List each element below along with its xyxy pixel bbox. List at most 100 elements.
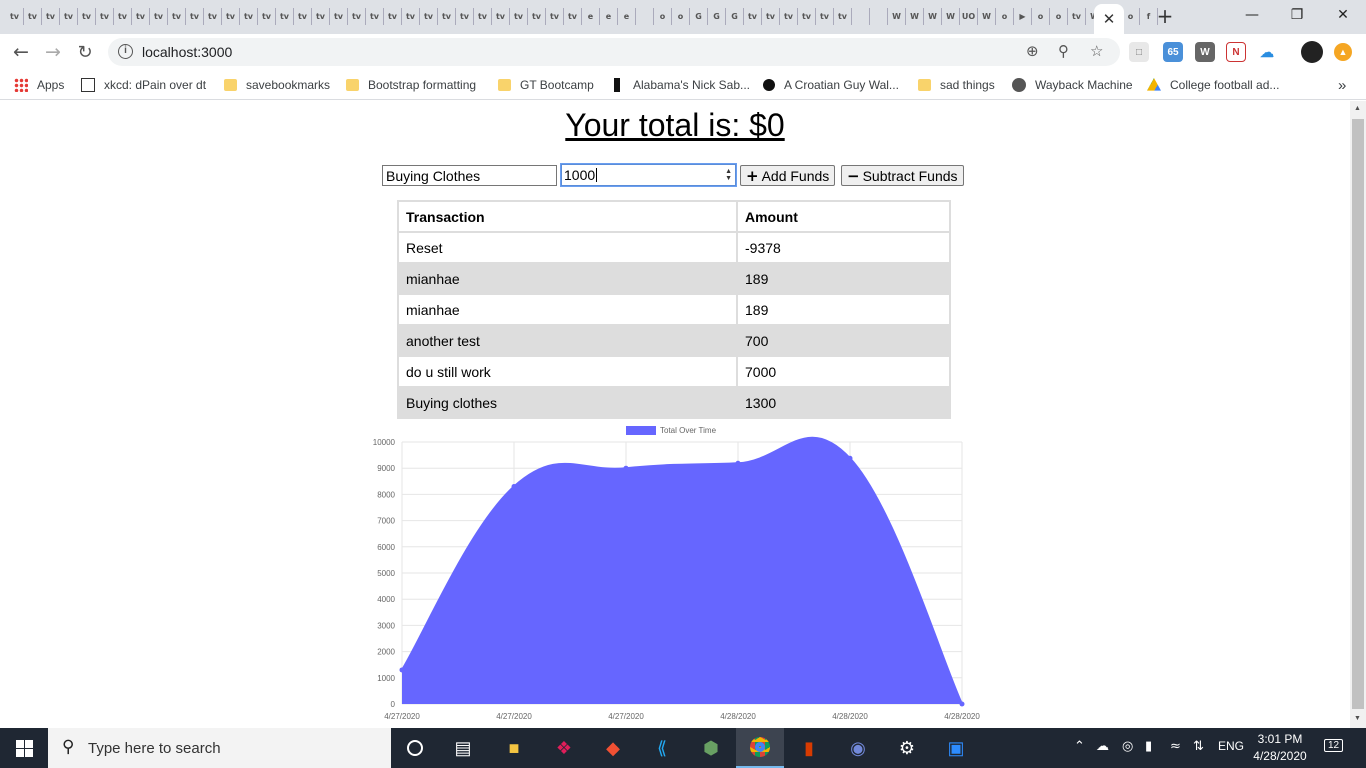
tab-favicon[interactable]: tv [294,8,312,25]
spinner-arrows-icon[interactable]: ▲ ▼ [725,168,732,182]
minimize-button[interactable]: — [1229,0,1275,30]
scroll-down-icon[interactable]: ▼ [1354,715,1361,722]
tab-favicon[interactable] [852,8,870,25]
tab-favicon[interactable]: W [888,8,906,25]
tab-favicon[interactable]: tv [186,8,204,25]
cortana-icon[interactable] [391,728,439,768]
url-text[interactable]: localhost:3000 [142,44,232,60]
page-scrollbar[interactable]: ▲ ▼ [1350,101,1366,728]
onedrive-icon[interactable]: ☁ [1257,42,1277,62]
extension-shield-icon[interactable]: N [1226,42,1246,62]
zoom-app-icon[interactable]: ▣ [932,728,980,768]
reload-icon[interactable]: ↻ [72,39,98,65]
tab-favicon[interactable]: o [1122,8,1140,25]
tab-close-button[interactable]: ✕ [1094,4,1124,34]
extension-icon[interactable]: □ [1129,42,1149,62]
tab-favicon[interactable]: tv [438,8,456,25]
tab-favicon[interactable]: W [942,8,960,25]
tab-favicon[interactable]: tv [366,8,384,25]
tab-favicon[interactable]: W [924,8,942,25]
tab-favicon[interactable]: tv [276,8,294,25]
tab-favicon[interactable]: o [1032,8,1050,25]
add-funds-button[interactable]: + Add Funds [740,165,836,186]
scroll-up-icon[interactable]: ▲ [1354,105,1361,112]
update-icon[interactable]: ▲ [1334,43,1352,61]
tab-favicon[interactable]: tv [222,8,240,25]
tab-favicon[interactable]: tv [1068,8,1086,25]
tab-favicon[interactable]: G [690,8,708,25]
tab-favicon[interactable]: tv [312,8,330,25]
chrome-icon[interactable] [736,728,784,768]
vscode-icon[interactable]: ⟪ [638,728,686,768]
task-view-icon[interactable]: ▤ [439,728,487,768]
bookmark-apps[interactable]: Apps [14,76,64,94]
gitkraken-icon[interactable]: ◆ [589,728,637,768]
tab-favicon[interactable]: tv [78,8,96,25]
tab-favicon[interactable]: tv [564,8,582,25]
tab-favicon[interactable]: tv [456,8,474,25]
tab-favicon[interactable]: tv [240,8,258,25]
tab-favicon[interactable]: tv [816,8,834,25]
tab-favicon[interactable] [636,8,654,25]
tab-favicon[interactable]: tv [834,8,852,25]
bookmark-wayback[interactable]: Wayback Machine [1012,76,1133,94]
transaction-name-input[interactable] [382,165,557,186]
restore-button[interactable]: ❐ [1274,0,1320,30]
steam-icon[interactable]: ⚙ [883,728,931,768]
tab-favicon[interactable]: tv [474,8,492,25]
tab-favicon[interactable]: W [906,8,924,25]
tab-favicon[interactable] [870,8,888,25]
back-icon[interactable]: ← [8,39,34,65]
bookmark-gt-bootcamp[interactable]: GT Bootcamp [498,76,594,94]
bookmark-sad-things[interactable]: sad things [918,76,995,94]
address-bar[interactable]: i localhost:3000 ⊕ ⚲ ☆ [108,38,1120,66]
zoom-icon[interactable]: ⚲ [1058,42,1069,60]
tab-favicon[interactable]: tv [744,8,762,25]
scroll-thumb[interactable] [1352,119,1364,709]
tab-favicon[interactable]: tv [762,8,780,25]
tab-favicon[interactable]: tv [24,8,42,25]
discord-icon[interactable]: ◉ [834,728,882,768]
tab-favicon[interactable]: tv [402,8,420,25]
extension-badge-icon[interactable]: 65 [1163,42,1183,62]
wifi-icon[interactable]: ≈ [1170,739,1181,754]
tab-favicon[interactable]: W [978,8,996,25]
bookmark-star-icon[interactable]: ☆ [1090,42,1103,60]
tab-favicon[interactable]: tv [330,8,348,25]
tab-favicon[interactable]: tv [42,8,60,25]
tab-favicon[interactable]: tv [492,8,510,25]
tab-favicon[interactable]: tv [510,8,528,25]
site-info-icon[interactable]: i [118,44,133,59]
tab-favicon[interactable]: o [672,8,690,25]
taskbar-search-box[interactable]: ⚲ Type here to search [48,728,391,768]
bookmark-xkcd[interactable]: xkcd: dPain over dt [81,76,206,94]
tab-favicon[interactable]: G [726,8,744,25]
tab-favicon[interactable]: tv [150,8,168,25]
tab-favicon[interactable]: o [654,8,672,25]
tab-favicon[interactable]: tv [384,8,402,25]
tab-favicon[interactable]: tv [528,8,546,25]
tab-favicon[interactable]: tv [258,8,276,25]
tab-favicon[interactable]: tv [60,8,78,25]
tab-favicon[interactable]: e [582,8,600,25]
microphone-icon[interactable]: ◎ [1122,739,1133,754]
tab-favicon[interactable]: tv [114,8,132,25]
tab-favicon[interactable]: tv [420,8,438,25]
slack-icon[interactable]: ❖ [540,728,588,768]
tab-favicon[interactable]: tv [6,8,24,25]
nodejs-icon[interactable]: ⬢ [687,728,735,768]
battery-icon[interactable]: ▮ [1145,739,1152,754]
tab-favicon[interactable]: tv [204,8,222,25]
tab-favicon[interactable]: tv [168,8,186,25]
tab-favicon[interactable]: tv [546,8,564,25]
forward-icon[interactable]: → [40,39,66,65]
bookmark-croatian[interactable]: A Croatian Guy Wal... [763,76,899,94]
tab-favicon[interactable]: G [708,8,726,25]
tab-favicon[interactable]: tv [96,8,114,25]
profile-avatar[interactable] [1301,41,1323,63]
close-window-button[interactable]: ✕ [1320,0,1366,30]
bookmark-college-football[interactable]: College football ad... [1147,76,1279,94]
tab-favicon[interactable]: tv [780,8,798,25]
tray-overflow-icon[interactable]: ⌃ [1074,739,1085,754]
subtract-funds-button[interactable]: − Subtract Funds [841,165,964,186]
